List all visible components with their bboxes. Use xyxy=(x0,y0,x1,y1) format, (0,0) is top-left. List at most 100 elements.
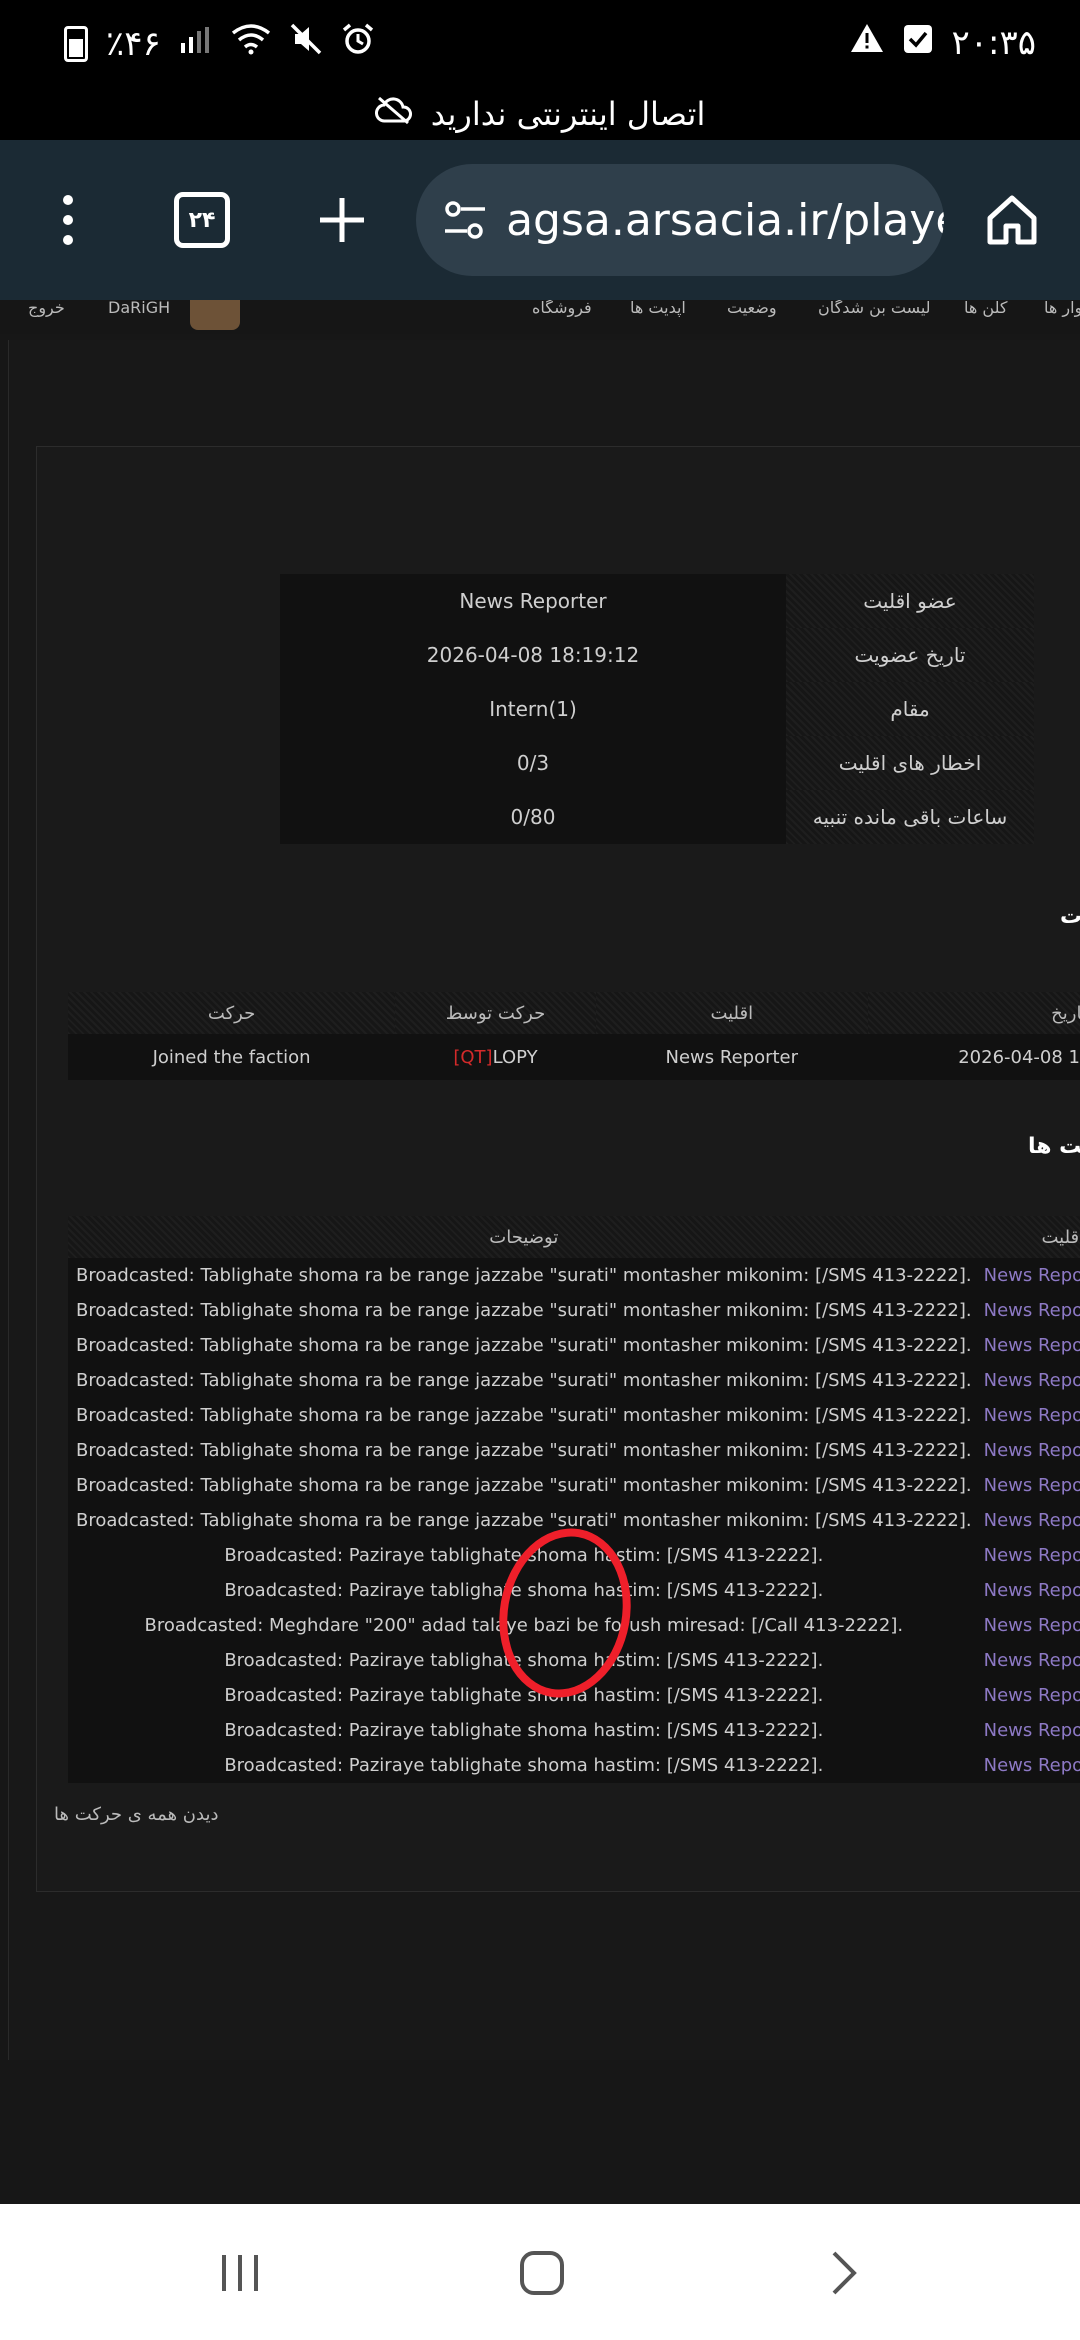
log-faction[interactable]: News Reporter20 xyxy=(979,1503,1080,1538)
status-left: ٪۴۶ xyxy=(64,22,375,65)
info-value: 0/3 xyxy=(280,736,786,790)
info-label: اخطار های اقلیت xyxy=(786,736,1034,790)
info-value: News Reporter xyxy=(280,574,786,628)
log-description: Broadcasted: Tablighate shoma ra be rang… xyxy=(68,1328,980,1363)
log-faction[interactable]: News Reporter20 xyxy=(979,1608,1080,1643)
log-faction[interactable]: News Reporter20 xyxy=(979,1433,1080,1468)
avatar[interactable] xyxy=(190,300,240,330)
col-by: حرکت توسط xyxy=(395,992,596,1034)
alarm-icon xyxy=(341,22,375,65)
info-label: مقام xyxy=(786,682,1034,736)
log-faction-name: News Reporter xyxy=(983,1720,1080,1741)
col-faction: اقلیت xyxy=(595,992,868,1034)
recents-icon[interactable] xyxy=(210,2248,270,2298)
log-faction[interactable]: News Reporter20 xyxy=(979,1468,1080,1503)
info-label: تاریخ عضویت xyxy=(786,628,1034,682)
offline-text: اتصال اینترنتی ندارید xyxy=(430,95,706,133)
back-icon[interactable] xyxy=(814,2248,874,2298)
clock-time: ۲۰:۳۵ xyxy=(951,22,1036,63)
logout-link[interactable]: خروج xyxy=(28,300,65,317)
nav-item-wars[interactable]: وار ها xyxy=(1044,300,1080,317)
history-faction[interactable]: News Reporter xyxy=(595,1034,868,1080)
table-row: Broadcasted: Tablighate shoma ra be rang… xyxy=(68,1258,1080,1293)
status-right: ۲۰:۳۵ xyxy=(849,22,1036,63)
tab-count: ۲۴ xyxy=(174,192,230,248)
url-text[interactable]: agsa.arsacia.ir/playe xyxy=(506,195,944,246)
history-section-title: ت xyxy=(1060,904,1080,929)
col-faction: اقلیت xyxy=(979,1216,1080,1258)
table-row: Broadcasted: Tablighate shoma ra be rang… xyxy=(68,1468,1080,1503)
cloud-off-icon xyxy=(374,95,413,133)
log-faction[interactable]: News Reporter20 xyxy=(979,1643,1080,1678)
logs-header: توضیحات اقلیت xyxy=(68,1216,1080,1258)
faction-logs-table: توضیحات اقلیت Broadcasted: Tablighate sh… xyxy=(68,1216,1080,1783)
table-row: Broadcasted: Tablighate shoma ra be rang… xyxy=(68,1293,1080,1328)
wifi-icon xyxy=(231,23,271,64)
log-faction[interactable]: News Reporter20 xyxy=(979,1538,1080,1573)
warning-icon xyxy=(849,22,885,63)
log-description: Broadcasted: Tablighate shoma ra be rang… xyxy=(68,1398,980,1433)
table-row: Broadcasted: Tablighate shoma ra be rang… xyxy=(68,1398,1080,1433)
log-faction-name: News Reporter xyxy=(983,1405,1080,1426)
faction-history-table: حرکت حرکت توسط اقلیت تاریخ Joined the fa… xyxy=(68,992,1080,1080)
log-faction[interactable]: News Reporter20 xyxy=(979,1713,1080,1748)
info-value: Intern(1) xyxy=(280,682,786,736)
log-description: Broadcasted: Paziraye tablighate shoma h… xyxy=(68,1713,980,1748)
info-value: 2026-04-08 18:19:12 xyxy=(280,628,786,682)
log-faction[interactable]: News Reporter20 xyxy=(979,1293,1080,1328)
battery-icon xyxy=(64,25,88,62)
log-faction-name: News Reporter xyxy=(983,1755,1080,1776)
log-faction[interactable]: News Reporter20 xyxy=(979,1363,1080,1398)
site-settings-icon[interactable] xyxy=(442,196,488,244)
log-faction-name: News Reporter xyxy=(983,1370,1080,1391)
new-tab-icon[interactable] xyxy=(296,174,388,266)
nav-item-banned[interactable]: لیست بن شدگان xyxy=(818,300,931,317)
player-tag: [QT] xyxy=(453,1046,493,1068)
info-row: 2026-04-08 18:19:12 تاریخ عضویت xyxy=(280,628,1034,682)
logs-body: Broadcasted: Tablighate shoma ra be rang… xyxy=(68,1258,1080,1783)
table-row: Joined the faction [QT]LOPY News Reporte… xyxy=(68,1034,1080,1080)
faction-info-table: News Reporter عضو اقلیت 2026-04-08 18:19… xyxy=(280,574,1034,844)
log-faction[interactable]: News Reporter20 xyxy=(979,1328,1080,1363)
history-by[interactable]: [QT]LOPY xyxy=(395,1034,596,1080)
log-faction-name: News Reporter xyxy=(983,1545,1080,1566)
see-all-actions-link[interactable]: دیدن همه ی حرکت ها xyxy=(54,1804,219,1825)
mute-icon xyxy=(289,22,323,65)
log-faction[interactable]: News Reporter20 xyxy=(979,1678,1080,1713)
info-row: 0/3 اخطار های اقلیت xyxy=(280,736,1034,790)
log-faction-name: News Reporter xyxy=(983,1650,1080,1671)
home-nav-icon[interactable] xyxy=(512,2248,572,2298)
nav-item-shop[interactable]: فروشگاه xyxy=(532,300,592,317)
table-row: Broadcasted: Tablighate shoma ra be rang… xyxy=(68,1433,1080,1468)
log-faction[interactable]: News Reporter20 xyxy=(979,1398,1080,1433)
log-faction[interactable]: News Reporter20 xyxy=(979,1573,1080,1608)
log-description: Broadcasted: Tablighate shoma ra be rang… xyxy=(68,1258,980,1293)
info-row: News Reporter عضو اقلیت xyxy=(280,574,1034,628)
log-faction-name: News Reporter xyxy=(983,1580,1080,1601)
browser-toolbar: ۲۴ agsa.arsacia.ir/playe xyxy=(0,140,1080,300)
tab-switcher-button[interactable]: ۲۴ xyxy=(156,174,248,266)
table-row: Broadcasted: Paziraye tablighate shoma h… xyxy=(68,1748,1080,1783)
log-faction-name: News Reporter xyxy=(983,1475,1080,1496)
col-action: حرکت xyxy=(68,992,396,1034)
history-header: حرکت حرکت توسط اقلیت تاریخ xyxy=(68,992,1080,1034)
system-nav-bar xyxy=(0,2204,1080,2340)
info-label: ساعات باقی مانده تنبیه xyxy=(786,790,1034,844)
log-faction[interactable]: News Reporter20 xyxy=(979,1258,1080,1293)
table-row: Broadcasted: Tablighate shoma ra be rang… xyxy=(68,1328,1080,1363)
log-description: Broadcasted: Tablighate shoma ra be rang… xyxy=(68,1293,980,1328)
username[interactable]: DaRiGH xyxy=(108,300,170,317)
log-faction-name: News Reporter xyxy=(983,1685,1080,1706)
nav-item-status[interactable]: وضعیت xyxy=(727,300,777,317)
web-page: خروج DaRiGH فروشگاه آپدیت ها وضعیت لیست … xyxy=(0,300,1080,2204)
menu-icon[interactable] xyxy=(22,174,114,266)
table-row: Broadcasted: Paziraye tablighate shoma h… xyxy=(68,1713,1080,1748)
nav-item-clans[interactable]: کلن ها xyxy=(964,300,1008,317)
url-bar[interactable]: agsa.arsacia.ir/playe xyxy=(416,164,944,276)
table-row: Broadcasted: Tablighate shoma ra be rang… xyxy=(68,1363,1080,1398)
log-description: Broadcasted: Paziraye tablighate shoma h… xyxy=(68,1748,980,1783)
nav-item-updates[interactable]: آپدیت ها xyxy=(630,300,686,317)
home-icon[interactable] xyxy=(966,174,1058,266)
log-description: Broadcasted: Tablighate shoma ra be rang… xyxy=(68,1503,980,1538)
log-faction[interactable]: News Reporter20 xyxy=(979,1748,1080,1783)
